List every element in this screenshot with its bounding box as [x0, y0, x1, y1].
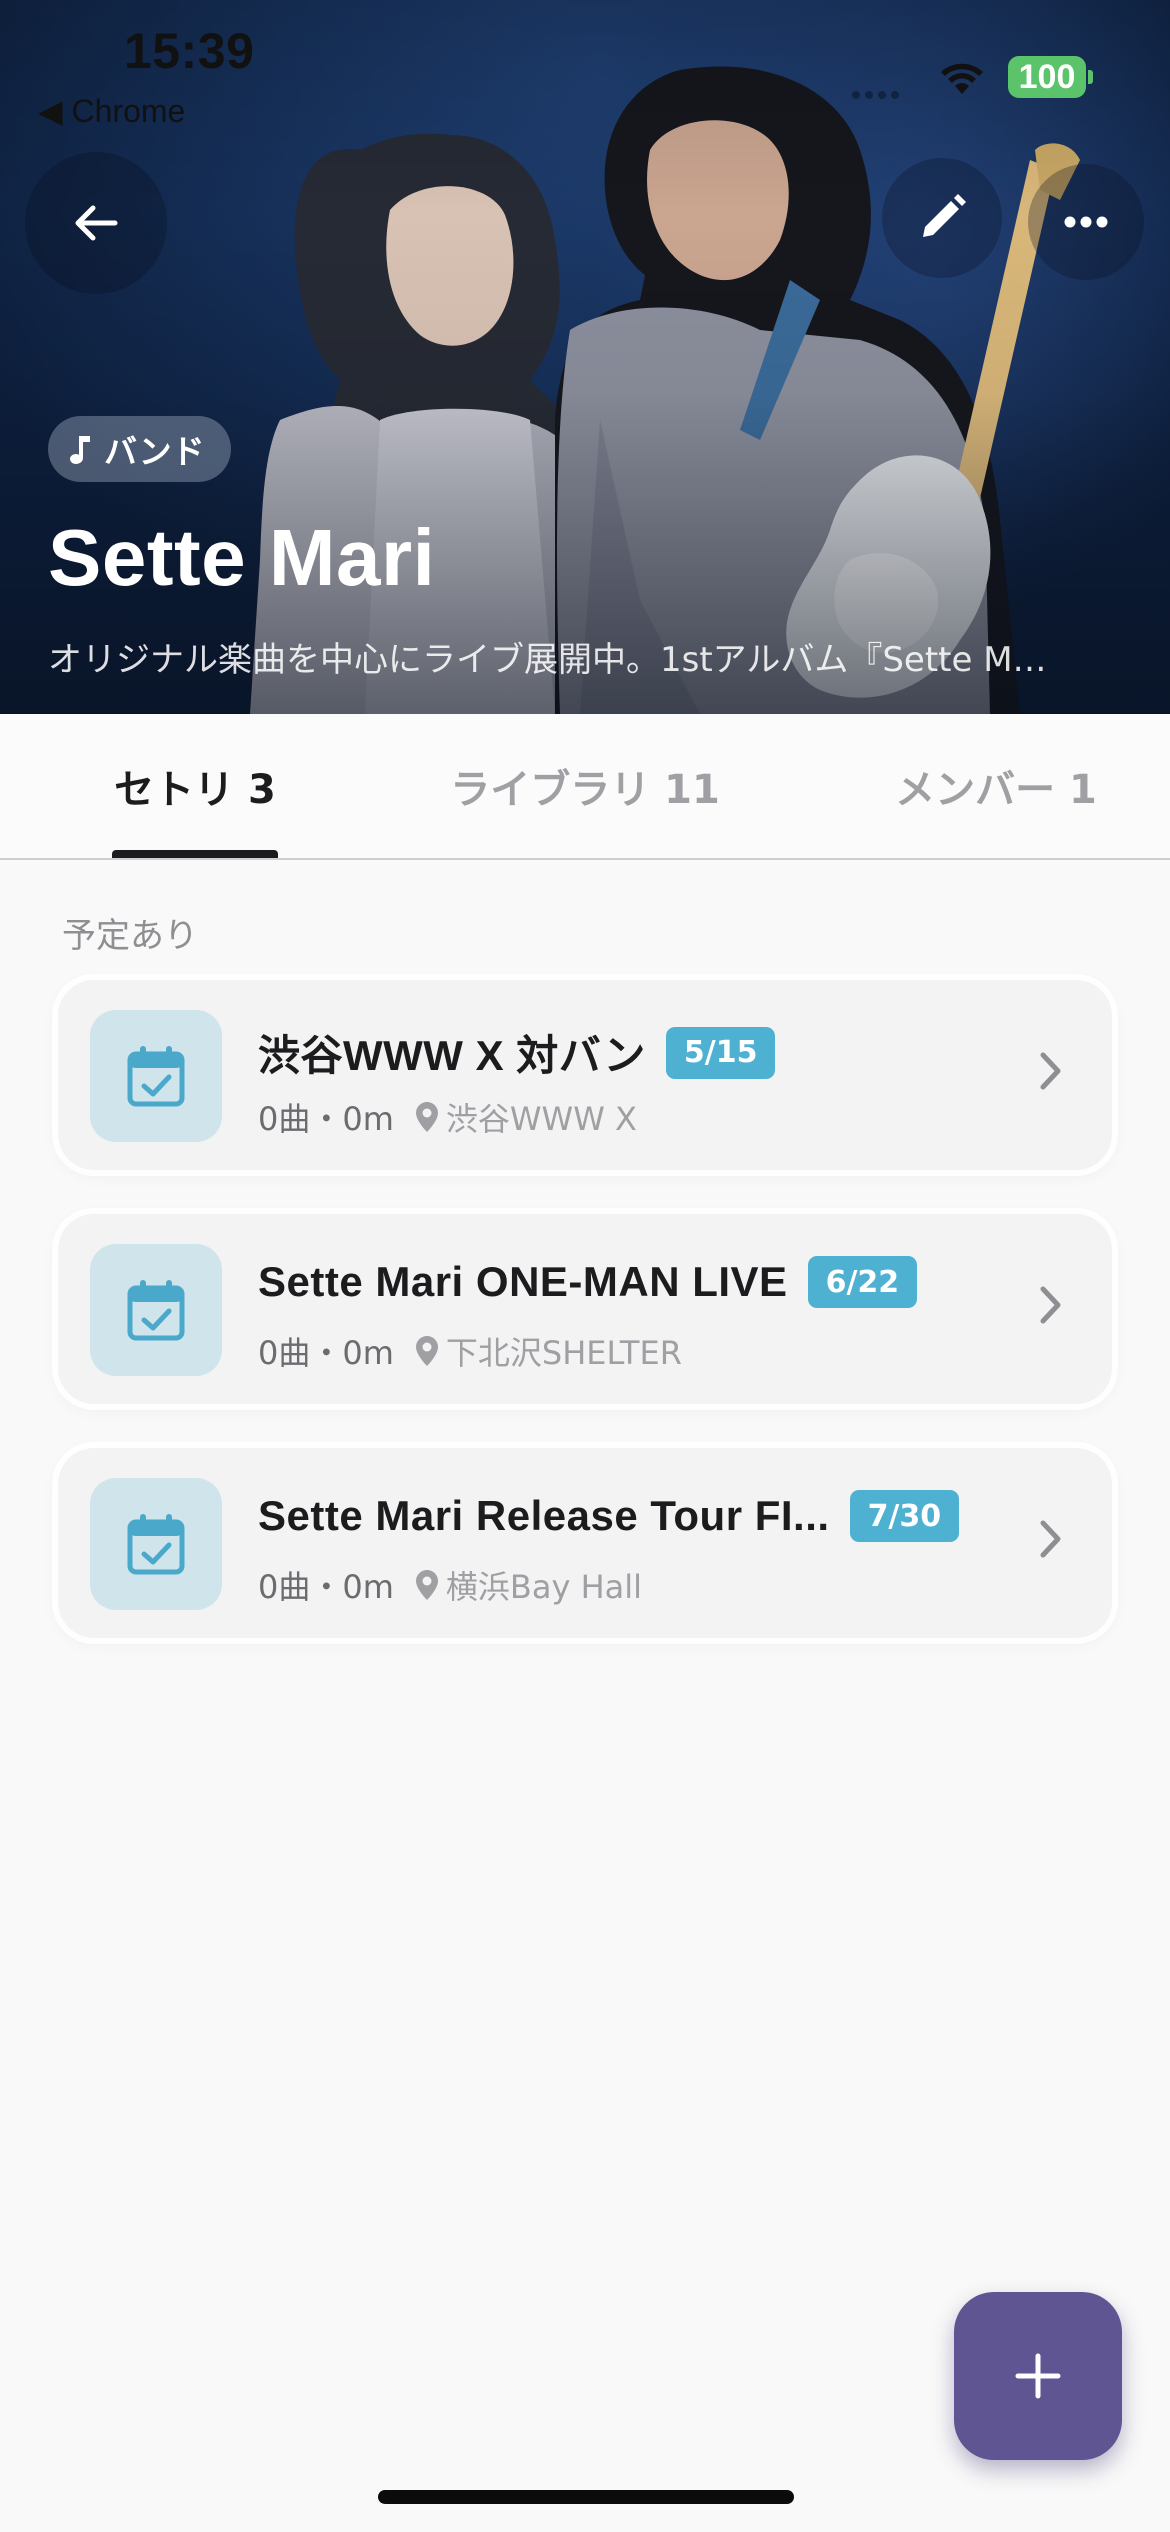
band-header: 15:39 ◀ Chrome 100 バンド Sette Mari オリジナル楽… — [0, 0, 1170, 714]
pencil-icon — [923, 194, 966, 237]
band-type-chip: バンド — [48, 416, 231, 482]
battery-indicator: 100 — [1008, 56, 1086, 98]
chevron-right-icon — [1040, 1052, 1061, 1090]
more-horizontal-icon — [1064, 216, 1108, 228]
wifi-icon — [941, 63, 983, 94]
chevron-right-icon — [1040, 1286, 1061, 1324]
setlist-title: Sette Mari Release Tour FI... — [258, 1492, 830, 1539]
setlist-song-count: 0曲・0m — [258, 1568, 394, 1606]
location-pin-icon — [415, 1336, 438, 1366]
chevron-right-icon — [1040, 1520, 1061, 1558]
plus-icon — [1015, 2353, 1061, 2399]
setlist-title: Sette Mari ONE-MAN LIVE — [258, 1258, 788, 1305]
tab-setlists[interactable]: セトリ 3 — [84, 714, 306, 858]
back-to-app-link[interactable]: ◀ Chrome — [38, 92, 185, 130]
location-pin-icon — [415, 1102, 438, 1132]
tab-members[interactable]: メンバー 1 — [866, 714, 1126, 858]
setlist-venue: 横浜Bay Hall — [445, 1568, 643, 1606]
setlist-title: 渋谷WWW X 対バン — [258, 1032, 646, 1079]
section-label-upcoming: 予定あり — [62, 916, 198, 956]
band-type-label: バンド — [104, 432, 205, 471]
date-badge: 6/22 — [807, 1256, 918, 1308]
setlist-song-count: 0曲・0m — [258, 1100, 394, 1138]
setlist-venue: 渋谷WWW X — [445, 1100, 637, 1138]
calendar-check-icon — [90, 1010, 222, 1142]
tab-library[interactable]: ライブラリ 11 — [440, 714, 730, 858]
battery-tip — [1088, 70, 1093, 84]
date-badge: 5/15 — [665, 1026, 776, 1079]
date-badge: 7/30 — [849, 1490, 960, 1542]
cellular-signal-icon — [852, 84, 904, 103]
band-name: Sette Mari — [48, 513, 436, 602]
setlist-meta: 0曲・0m 下北沢SHELTER — [258, 1328, 682, 1374]
setlist-meta: 0曲・0m 横浜Bay Hall — [258, 1562, 642, 1608]
location-pin-icon — [415, 1570, 438, 1600]
setlist-card[interactable]: Sette Mari Release Tour FI... 7/30 0曲・0m… — [58, 1448, 1112, 1638]
edit-button[interactable] — [882, 158, 1002, 278]
setlist-venue: 下北沢SHELTER — [445, 1334, 682, 1372]
add-setlist-button[interactable] — [954, 2292, 1122, 2460]
band-description: オリジナル楽曲を中心にライブ展開中。1stアルバム『Sette M… — [48, 640, 1047, 680]
setlist-meta: 0曲・0m 渋谷WWW X — [258, 1094, 637, 1140]
back-button[interactable] — [25, 152, 167, 294]
setlist-card[interactable]: Sette Mari ONE-MAN LIVE 6/22 0曲・0m 下北沢SH… — [58, 1214, 1112, 1404]
setlist-song-count: 0曲・0m — [258, 1334, 394, 1372]
home-indicator[interactable] — [378, 2490, 794, 2504]
active-tab-indicator — [112, 850, 278, 858]
calendar-check-icon — [90, 1244, 222, 1376]
status-time: 15:39 — [124, 23, 255, 79]
music-note-icon — [70, 436, 90, 464]
calendar-check-icon — [90, 1478, 222, 1610]
arrow-left-icon — [75, 205, 118, 241]
more-button[interactable] — [1028, 164, 1144, 280]
setlist-card[interactable]: 渋谷WWW X 対バン 5/15 0曲・0m 渋谷WWW X — [58, 980, 1112, 1170]
tab-bar: セトリ 3 ライブラリ 11 メンバー 1 — [0, 714, 1170, 860]
